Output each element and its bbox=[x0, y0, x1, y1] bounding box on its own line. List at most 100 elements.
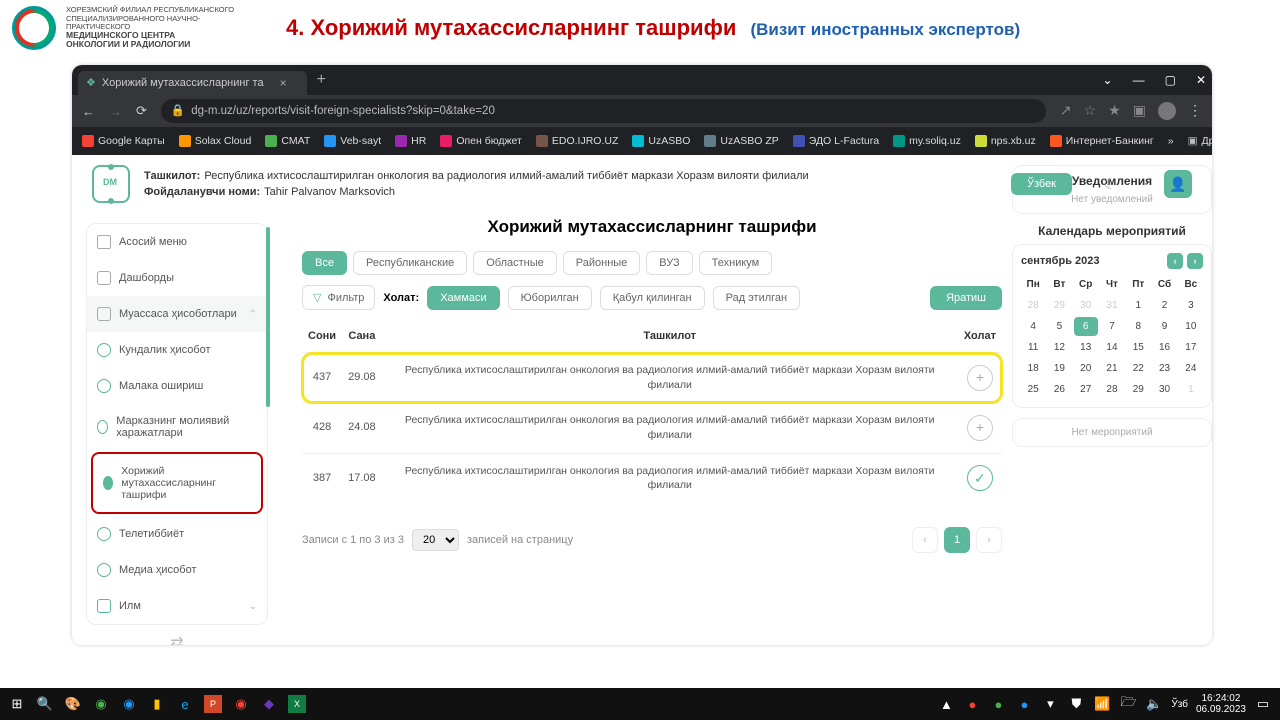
bookmark-icon[interactable]: ☆ bbox=[1084, 102, 1097, 120]
cal-day[interactable]: 4 bbox=[1021, 317, 1045, 336]
reload-icon[interactable]: ⟳ bbox=[136, 103, 147, 119]
sidebar-item-training[interactable]: Малака ошириш bbox=[87, 368, 267, 404]
cal-day[interactable]: 30 bbox=[1152, 380, 1176, 399]
cal-day[interactable]: 16 bbox=[1152, 338, 1176, 357]
browser-tab[interactable]: ❖ Хорижий мутахассисларнинг та × bbox=[78, 71, 307, 95]
tab-tech[interactable]: Техникум bbox=[699, 251, 773, 275]
pager-next[interactable]: › bbox=[976, 527, 1002, 553]
url-bar[interactable]: 🔒 dg-m.uz/uz/reports/visit-foreign-speci… bbox=[161, 99, 1046, 123]
tray-icon[interactable]: ● bbox=[989, 695, 1007, 713]
bookmarks-more[interactable]: » bbox=[1168, 135, 1174, 147]
cal-day[interactable]: 20 bbox=[1074, 359, 1098, 378]
cal-day[interactable]: 30 bbox=[1074, 296, 1098, 315]
bookmark-item[interactable]: Veb-sayt bbox=[324, 135, 381, 147]
minimize-icon[interactable]: ⌄ bbox=[1103, 73, 1113, 87]
sidebar-item-media[interactable]: Медиа ҳисобот bbox=[87, 552, 267, 588]
per-page-select[interactable]: 20 bbox=[412, 529, 459, 551]
bookmark-item[interactable]: Google Карты bbox=[82, 135, 165, 147]
bookmark-item[interactable]: HR bbox=[395, 135, 426, 147]
cal-day[interactable]: 29 bbox=[1126, 380, 1150, 399]
bookmark-item[interactable]: Интернет-Банкинг bbox=[1050, 135, 1154, 147]
cal-day[interactable]: 8 bbox=[1126, 317, 1150, 336]
sidebar-item-science[interactable]: Илм⌄ bbox=[87, 588, 267, 624]
tray-icon[interactable]: 📶 bbox=[1093, 695, 1111, 713]
powerpoint-icon[interactable]: P bbox=[204, 695, 222, 713]
status-sent[interactable]: Юборилган bbox=[508, 286, 592, 310]
check-icon[interactable]: ✓ bbox=[967, 465, 993, 491]
menu-icon[interactable]: ⋮ bbox=[1188, 102, 1202, 120]
explorer-icon[interactable]: ▮ bbox=[148, 695, 166, 713]
cal-day[interactable]: 15 bbox=[1126, 338, 1150, 357]
tray-icon[interactable]: ⛊ bbox=[1067, 695, 1085, 713]
tray-icon[interactable]: 🗁 bbox=[1119, 695, 1137, 713]
bookmark-item[interactable]: ЭДО L-Factura bbox=[793, 135, 879, 147]
bookmark-item[interactable]: my.soliq.uz bbox=[893, 135, 961, 147]
tab-oblast[interactable]: Областные bbox=[473, 251, 557, 275]
tab-all[interactable]: Все bbox=[302, 251, 347, 275]
cal-day[interactable]: 13 bbox=[1074, 338, 1098, 357]
excel-icon[interactable]: X bbox=[288, 695, 306, 713]
search-icon[interactable]: 🔍 bbox=[36, 695, 54, 713]
tray-icon[interactable]: ● bbox=[1015, 695, 1033, 713]
puzzle-icon[interactable]: ▣ bbox=[1133, 102, 1146, 120]
table-row[interactable]: 42824.08Республика ихтисослаштирилган он… bbox=[302, 403, 1002, 453]
status-rejected[interactable]: Рад этилган bbox=[713, 286, 801, 310]
cal-day[interactable]: 19 bbox=[1047, 359, 1071, 378]
cal-day[interactable]: 1 bbox=[1179, 380, 1203, 399]
new-tab-button[interactable]: + bbox=[317, 71, 326, 89]
cal-day[interactable]: 5 bbox=[1047, 317, 1071, 336]
table-row[interactable]: 43729.08Республика ихтисослаштирилган он… bbox=[302, 353, 1002, 403]
taskbar-lang[interactable]: Ўзб bbox=[1171, 699, 1188, 710]
sidebar-item-foreign[interactable]: Хорижий мутахассисларнинг ташрифи bbox=[91, 452, 263, 514]
bookmark-item[interactable]: nps.xb.uz bbox=[975, 135, 1036, 147]
cal-day[interactable]: 7 bbox=[1100, 317, 1124, 336]
close-window-icon[interactable]: ✕ bbox=[1196, 73, 1206, 87]
maximize-window-icon[interactable]: ▢ bbox=[1165, 73, 1176, 87]
bookmark-item[interactable]: Solax Cloud bbox=[179, 135, 252, 147]
cal-day[interactable]: 25 bbox=[1021, 380, 1045, 399]
status-accepted[interactable]: Қабул қилинган bbox=[600, 286, 705, 310]
edge-icon[interactable]: e bbox=[176, 695, 194, 713]
tray-icon[interactable]: ▾ bbox=[1041, 695, 1059, 713]
bookmark-item[interactable]: EDO.IJRO.UZ bbox=[536, 135, 619, 147]
app-icon[interactable]: ◆ bbox=[260, 695, 278, 713]
tab-republic[interactable]: Республиканские bbox=[353, 251, 467, 275]
bookmark-item[interactable]: UzASBO bbox=[632, 135, 690, 147]
forward-icon[interactable]: → bbox=[109, 104, 122, 119]
sidebar-collapse-icon[interactable]: ⇄ bbox=[86, 633, 268, 645]
cal-day[interactable]: 3 bbox=[1179, 296, 1203, 315]
create-button[interactable]: Яратиш bbox=[930, 286, 1002, 310]
cal-day[interactable]: 18 bbox=[1021, 359, 1045, 378]
tray-icon[interactable]: ● bbox=[963, 695, 981, 713]
cal-day[interactable]: 24 bbox=[1179, 359, 1203, 378]
tab-vuz[interactable]: ВУЗ bbox=[646, 251, 692, 275]
cal-day[interactable]: 1 bbox=[1126, 296, 1150, 315]
sidebar-item-finance[interactable]: Марказнинг молиявий харажатлари bbox=[87, 404, 267, 450]
cal-day[interactable]: 27 bbox=[1074, 380, 1098, 399]
cal-day[interactable]: 12 bbox=[1047, 338, 1071, 357]
cal-day[interactable]: 11 bbox=[1021, 338, 1045, 357]
sidebar-item-institution[interactable]: Муассаса ҳисоботлари⌃ bbox=[87, 296, 267, 332]
cal-day[interactable]: 26 bbox=[1047, 380, 1071, 399]
plus-icon[interactable]: + bbox=[967, 415, 993, 441]
cal-day[interactable]: 17 bbox=[1179, 338, 1203, 357]
user-icon[interactable]: 👤 bbox=[1164, 170, 1192, 198]
plus-icon[interactable]: + bbox=[967, 365, 993, 391]
cal-day[interactable]: 28 bbox=[1021, 296, 1045, 315]
bookmark-item[interactable]: Опен бюджет bbox=[440, 135, 522, 147]
bookmark-item[interactable]: CMAT bbox=[265, 135, 310, 147]
avatar-icon[interactable] bbox=[1158, 102, 1176, 120]
tab-rayon[interactable]: Районные bbox=[563, 251, 641, 275]
moon-icon[interactable]: ☾ bbox=[1096, 170, 1124, 198]
back-icon[interactable]: ← bbox=[82, 104, 95, 119]
scrollbar[interactable] bbox=[266, 227, 270, 407]
extension-icon[interactable]: ★ bbox=[1108, 102, 1121, 120]
cal-day[interactable]: 23 bbox=[1152, 359, 1176, 378]
close-tab-icon[interactable]: × bbox=[280, 71, 287, 95]
notification-icon[interactable]: ▭ bbox=[1254, 695, 1272, 713]
bookmark-item[interactable]: UzASBO ZP bbox=[704, 135, 778, 147]
cal-day[interactable]: 28 bbox=[1100, 380, 1124, 399]
minimize-window-icon[interactable]: — bbox=[1133, 73, 1145, 87]
tray-icon[interactable]: 🔈 bbox=[1145, 695, 1163, 713]
bookmarks-folder[interactable]: ▣ Другие закладки bbox=[1188, 135, 1212, 147]
